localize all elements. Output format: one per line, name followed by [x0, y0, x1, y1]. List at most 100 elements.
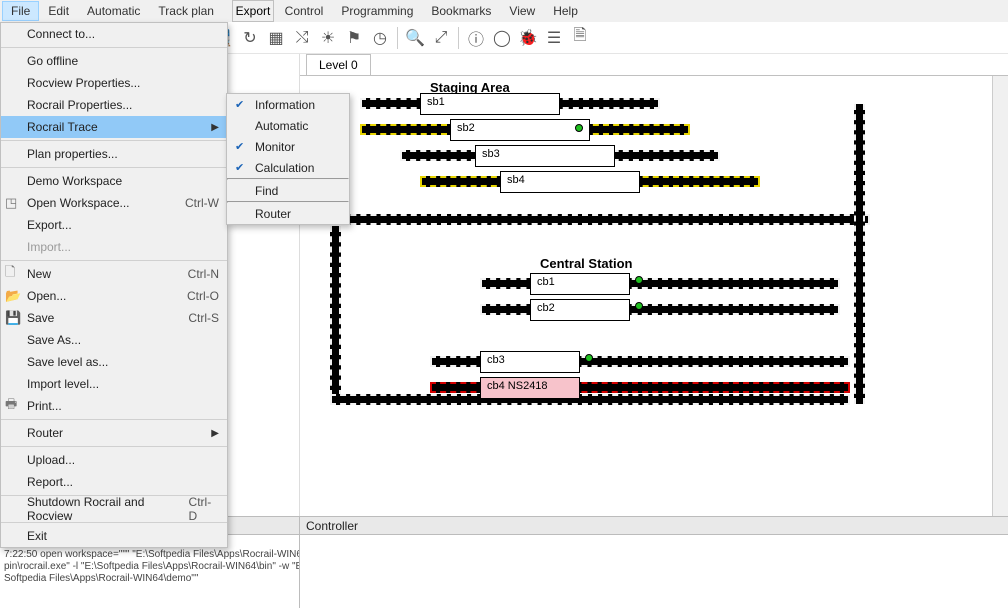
file-savelvl[interactable]: Save level as... — [1, 351, 227, 373]
file-new-shortcut: Ctrl-N — [188, 267, 219, 281]
file-open-ws-label: Open Workspace... — [27, 196, 130, 210]
block-cb1[interactable]: cb1 — [530, 273, 630, 295]
file-rocview-props[interactable]: Rocview Properties... — [1, 72, 227, 94]
file-shutdown-label: Shutdown Rocrail and Rocview — [27, 495, 189, 523]
menu-control[interactable]: Control — [276, 1, 333, 21]
block-cb2[interactable]: cb2 — [530, 299, 630, 321]
clock-icon[interactable]: ◷ — [369, 27, 391, 49]
zoom-icon[interactable]: 🔍 — [404, 27, 426, 49]
new-icon: 🗋 — [5, 263, 21, 285]
bug-icon[interactable]: 🐞 — [517, 27, 539, 49]
file-trace-label: Rocrail Trace — [27, 120, 98, 134]
file-open-ws[interactable]: ◳ Open Workspace... Ctrl-W — [1, 192, 227, 214]
file-exit[interactable]: Exit — [1, 525, 227, 547]
block-icon[interactable]: ▦ — [265, 27, 287, 49]
menu-help[interactable]: Help — [544, 1, 587, 21]
level-tabbar: Level 0 — [300, 54, 1008, 76]
sun-icon[interactable]: ☀ — [317, 27, 339, 49]
workspace-icon: ◳ — [5, 195, 21, 211]
file-shutdown-shortcut: Ctrl-D — [189, 495, 219, 523]
block-sb4[interactable]: sb4 — [500, 171, 640, 193]
track — [330, 226, 341, 396]
chevron-right-icon: ▶ — [211, 428, 219, 439]
file-print-label: Print... — [27, 399, 62, 413]
track-canvas[interactable]: Staging Area sb1 sb2 sb3 sb4 Central Sta… — [300, 76, 1008, 590]
trace-find[interactable]: Find — [227, 180, 349, 201]
file-saveas[interactable]: Save As... — [1, 329, 227, 351]
block-cb4[interactable]: cb4 NS2418 — [480, 377, 580, 399]
export-button[interactable]: Export — [232, 0, 274, 22]
list-icon[interactable]: ☰ — [543, 27, 565, 49]
help-icon[interactable]: ◯ — [491, 27, 513, 49]
file-open-ws-shortcut: Ctrl-W — [185, 196, 219, 210]
trace-information[interactable]: ✔ Information — [227, 94, 349, 115]
block-cb3[interactable]: cb3 — [480, 351, 580, 373]
menu-view[interactable]: View — [500, 1, 544, 21]
loop-icon[interactable]: ↻ — [239, 27, 261, 49]
file-upload[interactable]: Upload... — [1, 449, 227, 471]
trace-automatic[interactable]: Automatic — [227, 115, 349, 136]
info-icon[interactable]: ⓘ — [465, 27, 487, 49]
doc-icon[interactable]: 🗎 — [569, 27, 591, 49]
chevron-right-icon: ▶ — [211, 122, 219, 133]
save-icon: 💾 — [5, 310, 21, 326]
label-central: Central Station — [540, 256, 632, 271]
signal-icon — [585, 354, 593, 362]
block-sb3[interactable]: sb3 — [475, 145, 615, 167]
menu-trackplan[interactable]: Track plan — [149, 1, 223, 21]
signal-icon — [635, 276, 643, 284]
check-icon: ✔ — [235, 98, 244, 111]
shuffle-icon[interactable]: ⤭ — [291, 27, 313, 49]
flag-icon[interactable]: ⚑ — [343, 27, 365, 49]
file-importlvl[interactable]: Import level... — [1, 373, 227, 395]
trace-router[interactable]: Router — [227, 203, 349, 224]
check-icon: ✔ — [235, 140, 244, 153]
print-icon: 🖶 — [5, 395, 21, 417]
menu-bookmarks[interactable]: Bookmarks — [422, 1, 500, 21]
signal-icon — [575, 124, 583, 132]
file-rocrail-trace[interactable]: Rocrail Trace ▶ — [1, 116, 227, 138]
menu-edit[interactable]: Edit — [39, 1, 78, 21]
open-icon: 📂 — [5, 288, 21, 304]
file-open[interactable]: 📂 Open... Ctrl-O — [1, 285, 227, 307]
trace-submenu: ✔ Information Automatic ✔ Monitor ✔ Calc… — [226, 93, 350, 225]
file-report[interactable]: Report... — [1, 471, 227, 493]
file-new-label: New — [27, 267, 51, 281]
file-save-shortcut: Ctrl-S — [188, 311, 219, 325]
file-save[interactable]: 💾 Save Ctrl-S — [1, 307, 227, 329]
trace-monitor-label: Monitor — [255, 140, 295, 154]
controller-panel-title: Controller — [300, 517, 1008, 535]
signal-icon — [635, 302, 643, 310]
file-new[interactable]: 🗋 New Ctrl-N — [1, 263, 227, 285]
track — [330, 394, 850, 405]
file-open-shortcut: Ctrl-O — [187, 289, 219, 303]
file-shutdown[interactable]: Shutdown Rocrail and Rocview Ctrl-D — [1, 498, 227, 520]
expand-icon[interactable]: ⤢ — [430, 27, 452, 49]
file-print[interactable]: 🖶 Print... — [1, 395, 227, 417]
menu-file[interactable]: File — [2, 1, 39, 21]
file-export[interactable]: Export... — [1, 214, 227, 236]
file-connect[interactable]: Connect to... — [1, 23, 227, 45]
trace-calculation[interactable]: ✔ Calculation — [227, 157, 349, 178]
block-sb2[interactable]: sb2 — [450, 119, 590, 141]
file-router[interactable]: Router ▶ — [1, 422, 227, 444]
file-plan-props[interactable]: Plan properties... — [1, 143, 227, 165]
track — [300, 214, 870, 225]
menubar: File Edit Automatic Track plan Tables Co… — [0, 0, 1008, 22]
trace-info-label: Information — [255, 98, 315, 112]
trace-monitor[interactable]: ✔ Monitor — [227, 136, 349, 157]
block-sb1[interactable]: sb1 — [420, 93, 560, 115]
menu-automatic[interactable]: Automatic — [78, 1, 149, 21]
file-offline[interactable]: Go offline — [1, 50, 227, 72]
trace-calc-label: Calculation — [255, 161, 314, 175]
file-router-label: Router — [27, 426, 63, 440]
tab-level0[interactable]: Level 0 — [306, 54, 371, 75]
file-import: Import... — [1, 236, 227, 258]
file-save-label: Save — [27, 311, 54, 325]
file-demo-ws[interactable]: Demo Workspace — [1, 170, 227, 192]
menu-programming[interactable]: Programming — [332, 1, 422, 21]
file-rocrail-props[interactable]: Rocrail Properties... — [1, 94, 227, 116]
file-open-label: Open... — [27, 289, 66, 303]
file-menu-dropdown: Connect to... Go offline Rocview Propert… — [0, 22, 228, 548]
track — [854, 104, 865, 404]
